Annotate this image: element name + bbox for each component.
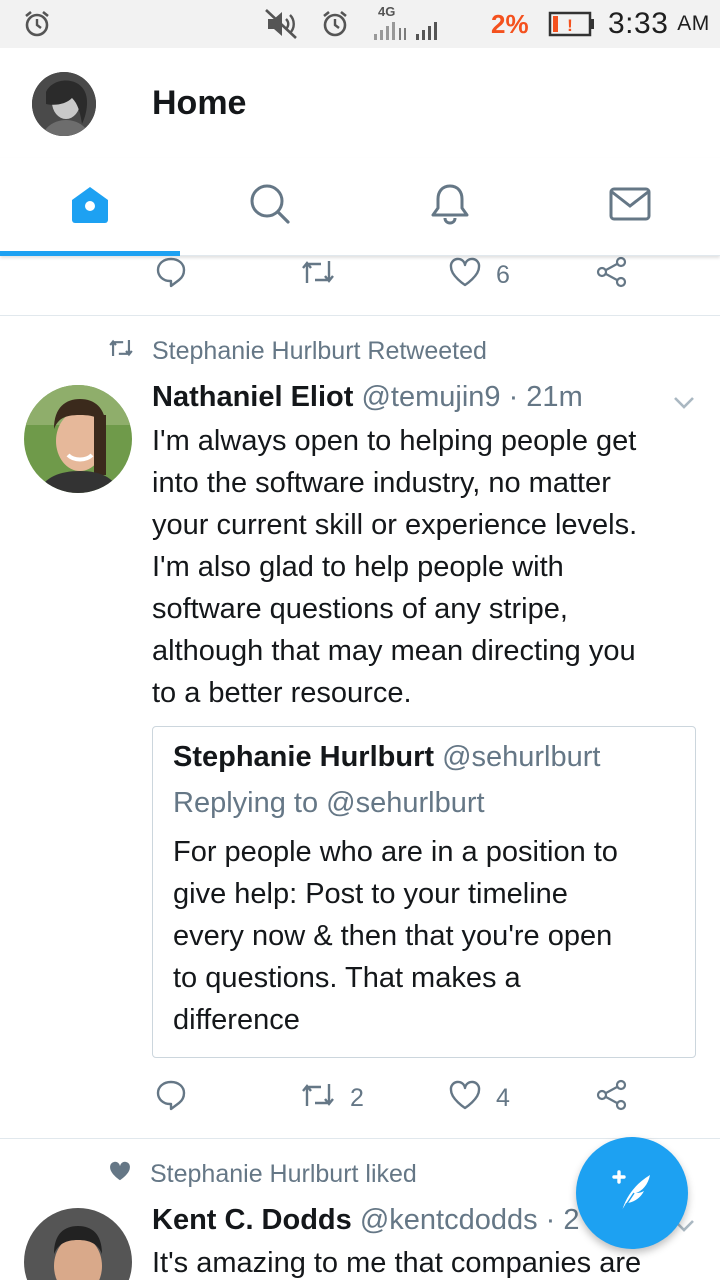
avatar[interactable] <box>24 1208 132 1280</box>
tweet-actions: 2 4 <box>0 1078 720 1118</box>
reply-button[interactable] <box>155 1078 187 1118</box>
battery-icon: ! <box>548 0 596 48</box>
heart-filled-icon <box>108 1160 132 1189</box>
battery-percent: 2% <box>491 8 529 39</box>
tweet-text-line: into the software industry, no matter <box>152 467 611 499</box>
share-icon <box>596 256 628 295</box>
quoted-tweet[interactable]: Stephanie Hurlburt @sehurlburt Replying … <box>152 726 696 1058</box>
reply-icon <box>155 1079 187 1118</box>
avatar[interactable] <box>24 385 132 493</box>
app-header: Home <box>0 48 720 158</box>
clock-ampm: AM <box>677 12 710 35</box>
clock-time: 3:33 <box>608 7 669 40</box>
like-context-text: Stephanie Hurlburt liked <box>150 1160 417 1188</box>
alarm-status-icon <box>320 0 350 48</box>
retweet-small-icon <box>108 337 134 366</box>
heart-icon <box>448 257 482 294</box>
tab-home[interactable] <box>0 158 180 254</box>
alarm-icon <box>22 0 52 48</box>
quoted-text-line: to questions. That makes a <box>173 962 521 994</box>
retweet-button[interactable]: 2 <box>300 1078 364 1118</box>
quoted-tweet-text: For people who are in a position to give… <box>173 831 683 1041</box>
page-title: Home <box>152 84 247 122</box>
tweet-text-line: your current skill or experience levels. <box>152 509 638 541</box>
active-tab-indicator <box>0 251 180 256</box>
quoted-author-name: Stephanie Hurlburt <box>173 741 435 773</box>
home-icon <box>68 182 112 231</box>
divider <box>0 1138 720 1139</box>
share-button[interactable] <box>596 1078 628 1118</box>
like-count: 4 <box>496 1083 510 1112</box>
quoted-author-handle: @sehurlburt <box>442 741 601 773</box>
retweet-icon <box>300 1080 336 1117</box>
retweet-context-text: Stephanie Hurlburt Retweeted <box>152 337 487 365</box>
retweet-button[interactable] <box>300 255 336 295</box>
compose-feather-icon <box>606 1165 658 1222</box>
author-handle: @kentcdodds · 2 <box>359 1204 580 1236</box>
author-name[interactable]: Nathaniel Eliot <box>152 381 353 413</box>
author-line: Kent C. Dodds @kentcdodds · 2 <box>152 1204 580 1237</box>
profile-avatar[interactable] <box>32 72 96 136</box>
tweet-text-line: software questions of any stripe, <box>152 593 568 625</box>
quoted-text-line: every now & then that you're open <box>173 920 613 952</box>
like-context: Stephanie Hurlburt liked <box>108 1160 417 1189</box>
divider <box>0 315 720 316</box>
status-bar: 4G 2% ! 3:33 AM <box>0 0 720 48</box>
reply-icon <box>155 256 187 295</box>
share-button[interactable] <box>596 255 628 295</box>
like-button[interactable]: 6 <box>448 255 510 295</box>
quoted-text-line: give help: Post to your timeline <box>173 878 568 910</box>
mail-icon <box>608 184 652 229</box>
bell-icon <box>428 182 472 231</box>
share-icon <box>596 1079 628 1118</box>
signal-icon: 4G <box>372 0 444 48</box>
tab-notifications[interactable] <box>360 158 540 254</box>
tab-messages[interactable] <box>540 158 720 254</box>
prev-tweet-actions: 6 <box>0 255 720 295</box>
tweet-text-line: I'm also glad to help people with <box>152 551 564 583</box>
network-type: 4G <box>378 4 396 19</box>
tab-bar <box>0 158 720 256</box>
heart-icon <box>448 1080 482 1117</box>
clock: 3:33 AM <box>608 0 710 48</box>
author-handle: @temujin9 · 21m <box>361 381 583 413</box>
replying-to[interactable]: Replying to @sehurlburt <box>173 787 485 820</box>
chevron-down-icon[interactable] <box>672 390 696 419</box>
tweet-text: It's amazing to me that companies are <box>152 1247 642 1279</box>
quoted-text-line: difference <box>173 1004 300 1036</box>
author-line: Nathaniel Eliot @temujin9 · 21m <box>152 381 583 414</box>
compose-tweet-button[interactable] <box>576 1137 688 1249</box>
quoted-author-line: Stephanie Hurlburt @sehurlburt <box>173 741 600 774</box>
tweet-text: I'm always open to helping people get in… <box>152 420 697 714</box>
retweet-context: Stephanie Hurlburt Retweeted <box>108 337 487 366</box>
tweet-text-line: although that may mean directing you <box>152 635 636 667</box>
reply-button[interactable] <box>155 255 187 295</box>
tweet-text-line: to a better resource. <box>152 677 412 709</box>
tab-search[interactable] <box>180 158 360 254</box>
svg-text:!: ! <box>567 16 573 35</box>
like-button[interactable]: 4 <box>448 1078 510 1118</box>
quoted-text-line: For people who are in a position to <box>173 836 618 868</box>
retweet-icon <box>300 257 336 294</box>
retweet-count: 2 <box>350 1083 364 1112</box>
author-name[interactable]: Kent C. Dodds <box>152 1204 352 1236</box>
like-count: 6 <box>496 260 510 289</box>
mute-icon <box>264 0 298 48</box>
search-icon <box>248 182 292 231</box>
tweet-text-line: I'm always open to helping people get <box>152 425 637 457</box>
